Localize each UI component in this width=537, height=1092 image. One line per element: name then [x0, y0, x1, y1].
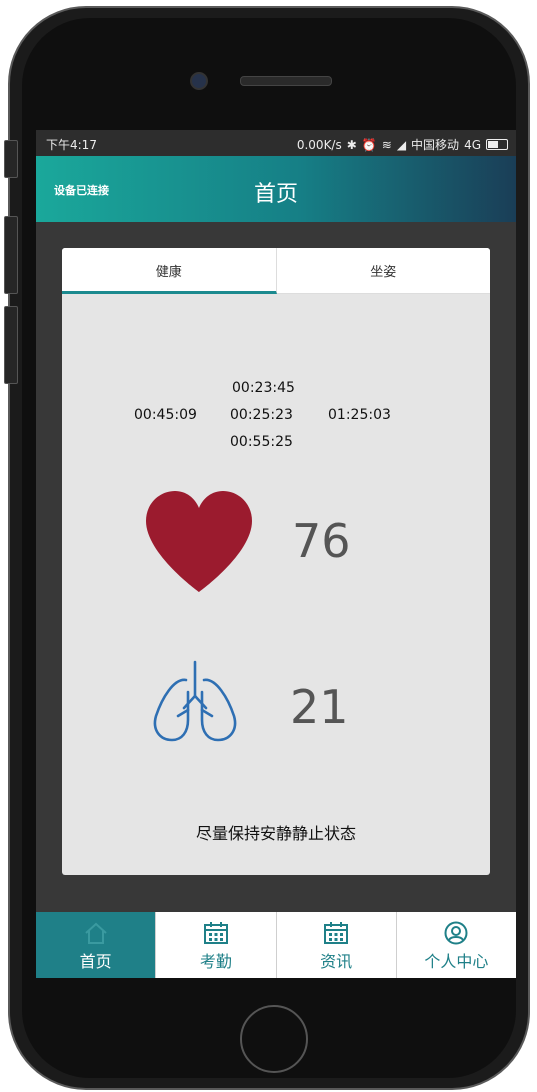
tab-bar: 健康 坐姿 — [62, 248, 490, 294]
app-screen: 下午4:17 0.00K/s ✱ ⏰ ≋ ◢ 中国移动 4G 设备已连接 首页 … — [36, 130, 516, 978]
heart-icon — [146, 491, 252, 592]
status-bar: 下午4:17 0.00K/s ✱ ⏰ ≋ ◢ 中国移动 4G — [36, 130, 516, 156]
nav-home-label: 首页 — [79, 952, 112, 971]
alarm-icon: ⏰ — [361, 137, 377, 152]
nav-attendance-label: 考勤 — [199, 952, 232, 971]
nav-news[interactable]: 资讯 — [275, 912, 396, 978]
calendar-icon — [203, 922, 228, 944]
timer-top: 00:23:45 — [232, 380, 295, 396]
bluetooth-icon: ✱ — [346, 137, 357, 152]
nav-profile[interactable]: 个人中心 — [395, 912, 516, 978]
respiration-value: 21 — [290, 680, 349, 734]
volume-down-button — [4, 306, 18, 384]
status-time: 下午4:17 — [46, 138, 97, 152]
battery-icon — [486, 139, 508, 150]
network-type: 4G — [464, 137, 481, 152]
hint-text: 尽量保持安静静止状态 — [195, 824, 356, 843]
calendar-icon — [324, 922, 349, 944]
status-icons: 0.00K/s ✱ ⏰ ≋ ◢ 中国移动 4G — [297, 136, 508, 153]
timer-right: 01:25:03 — [328, 407, 391, 423]
tab-health[interactable]: 健康 — [62, 248, 277, 294]
home-button[interactable] — [240, 1005, 308, 1073]
app-header: 设备已连接 首页 — [36, 156, 516, 222]
nav-attendance[interactable]: 考勤 — [155, 912, 275, 978]
bottom-nav: 首页 考勤 资讯 个人中心 — [36, 912, 516, 978]
front-camera — [190, 72, 208, 90]
signal-icon: ◢ — [396, 137, 407, 152]
net-speed: 0.00K/s — [296, 137, 342, 152]
user-icon — [444, 921, 468, 945]
nav-home[interactable]: 首页 — [36, 912, 156, 978]
timer-center: 00:25:23 — [230, 407, 293, 423]
lungs-icon — [153, 660, 237, 742]
timer-left: 00:45:09 — [134, 407, 197, 423]
nav-profile-label: 个人中心 — [424, 952, 489, 971]
wifi-icon: ≋ — [381, 137, 392, 152]
health-card: 健康 坐姿 00:23:45 00:45:09 00:25:23 01:25:0… — [62, 248, 490, 875]
heart-rate-value: 76 — [292, 514, 351, 568]
page-title: 首页 — [253, 182, 298, 207]
earpiece-speaker — [240, 76, 332, 86]
nav-news-label: 资讯 — [320, 952, 353, 971]
carrier-name: 中国移动 — [411, 138, 460, 152]
volume-button — [4, 216, 18, 294]
home-icon — [84, 922, 107, 944]
tab-posture[interactable]: 坐姿 — [276, 248, 490, 294]
volume-up-button — [4, 140, 18, 178]
timer-bottom: 00:55:25 — [230, 434, 293, 450]
